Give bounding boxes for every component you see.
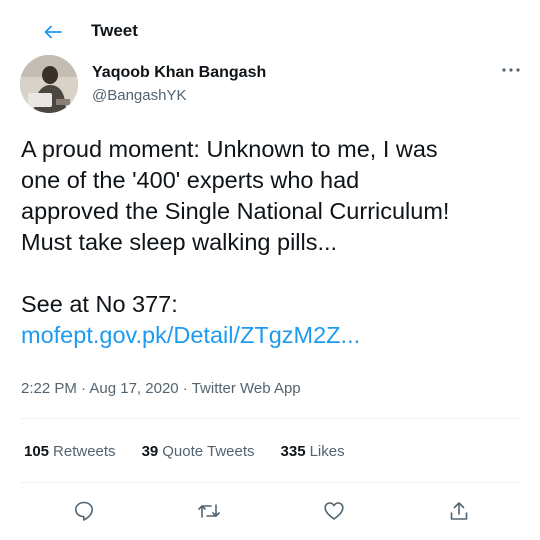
more-button[interactable]	[496, 60, 526, 80]
divider	[20, 418, 520, 419]
tweet-meta: 2:22 PM · Aug 17, 2020 · Twitter Web App	[21, 380, 301, 398]
tweet-stats: 105 Retweets 39 Quote Tweets 335 Likes	[24, 442, 371, 462]
retweets-label: Retweets	[53, 443, 116, 460]
tweet-source[interactable]: Twitter Web App	[192, 380, 301, 397]
tweet-line: approved the Single National Curriculum!	[21, 198, 450, 224]
page-title: Tweet	[91, 21, 138, 40]
arrow-left-icon	[44, 25, 62, 39]
retweet-icon	[197, 500, 221, 522]
retweet-button[interactable]	[194, 496, 224, 526]
like-icon	[323, 500, 345, 522]
more-icon	[502, 68, 520, 72]
divider	[20, 482, 520, 483]
likes-stat[interactable]: 335 Likes	[281, 442, 345, 462]
tweet-line: one of the '400' experts who had	[21, 167, 360, 193]
back-button[interactable]	[38, 17, 68, 47]
like-button[interactable]	[319, 496, 349, 526]
tweet-line: See at No 377:	[21, 291, 178, 317]
author-name[interactable]: Yaqoob Khan Bangash	[92, 63, 266, 83]
meta-separator: ·	[178, 380, 192, 397]
quote-tweets-count: 39	[141, 443, 159, 460]
tweet-date[interactable]: Aug 17, 2020	[89, 380, 178, 397]
reply-button[interactable]	[69, 496, 99, 526]
tweet-link[interactable]: mofept.gov.pk/Detail/ZTgzM2Z...	[21, 322, 360, 348]
share-button[interactable]	[444, 496, 474, 526]
header-bar: Tweet	[0, 0, 540, 60]
tweet-line: A proud moment: Unknown to me, I was	[21, 136, 438, 162]
retweets-count: 105	[24, 443, 50, 460]
reply-icon	[73, 500, 95, 522]
tweet-time[interactable]: 2:22 PM	[21, 380, 77, 397]
quote-tweets-stat[interactable]: 39 Quote Tweets	[142, 442, 255, 462]
author-handle: @BangashYK	[92, 87, 187, 104]
avatar[interactable]	[20, 55, 78, 113]
likes-count: 335	[280, 443, 306, 460]
quote-tweets-label: Quote Tweets	[162, 443, 255, 460]
tweet-text: A proud moment: Unknown to me, I was one…	[21, 134, 526, 351]
share-icon	[448, 500, 470, 522]
retweets-stat[interactable]: 105 Retweets	[24, 442, 116, 462]
meta-separator: ·	[76, 380, 90, 397]
likes-label: Likes	[309, 443, 345, 460]
tweet-line: Must take sleep walking pills...	[21, 229, 338, 255]
